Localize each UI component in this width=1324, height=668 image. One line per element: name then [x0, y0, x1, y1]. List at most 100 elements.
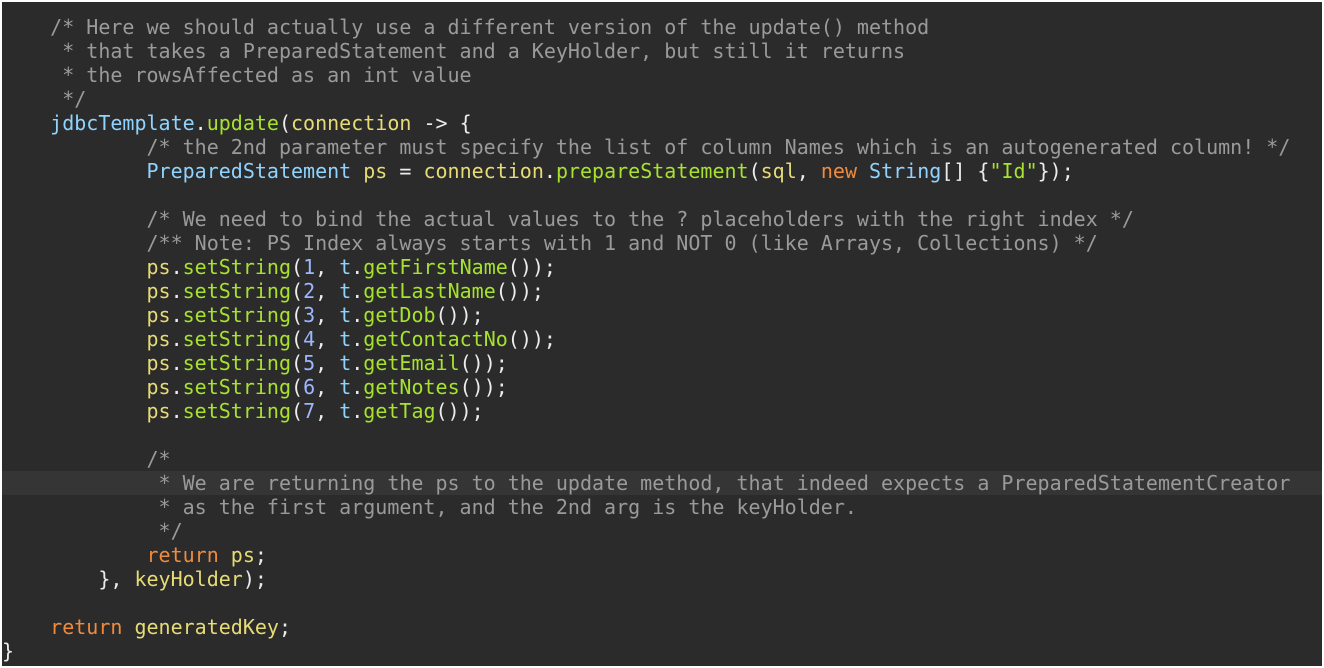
- code-token-field: jdbcTemplate: [50, 111, 195, 135]
- code-token-plain: ());: [507, 327, 556, 351]
- code-token-plain: =: [387, 159, 424, 183]
- code-line[interactable]: return ps;: [2, 543, 1322, 567]
- code-line[interactable]: }: [2, 639, 1322, 663]
- code-token-method: setString: [182, 255, 292, 279]
- code-token-plain: ;: [254, 543, 267, 567]
- code-token-plain: .: [351, 255, 364, 279]
- code-token-comment: /* Here we should actually use a differe…: [2, 15, 930, 39]
- code-editor[interactable]: /* Here we should actually use a differe…: [2, 2, 1322, 666]
- code-line[interactable]: */: [2, 87, 1322, 111]
- code-token-number: 4: [303, 327, 316, 351]
- code-token-plain: ());: [459, 375, 508, 399]
- code-token-plain: );: [242, 567, 267, 591]
- code-token-keyword: new: [820, 159, 857, 183]
- code-token-method: setString: [182, 375, 292, 399]
- code-token-field: t: [339, 303, 352, 327]
- code-token-method: setString: [182, 279, 292, 303]
- code-token-var: ps: [363, 159, 388, 183]
- code-line[interactable]: /** Note: PS Index always starts with 1 …: [2, 231, 1322, 255]
- code-token-plain: .: [170, 399, 183, 423]
- code-token-plain: (: [291, 279, 304, 303]
- code-token-method: getFirstName: [363, 255, 508, 279]
- code-token-keyword: return: [50, 615, 123, 639]
- code-token-var: ps: [146, 303, 171, 327]
- code-token-plain: ,: [315, 327, 340, 351]
- code-line[interactable]: ps.setString(6, t.getNotes());: [2, 375, 1322, 399]
- code-token-method: setString: [182, 399, 292, 423]
- code-token-type: PreparedStatement: [146, 159, 352, 183]
- code-token-plain: ,: [315, 279, 340, 303]
- code-area[interactable]: /* Here we should actually use a differe…: [2, 2, 1322, 666]
- code-token-plain: .: [170, 375, 183, 399]
- code-token-method: prepareStatement: [555, 159, 749, 183]
- code-token-keyword: return: [146, 543, 219, 567]
- code-line[interactable]: ps.setString(2, t.getLastName());: [2, 279, 1322, 303]
- code-token-plain: .: [194, 111, 207, 135]
- code-line[interactable]: ps.setString(1, t.getFirstName());: [2, 255, 1322, 279]
- code-token-method: setString: [182, 351, 292, 375]
- code-token-plain: .: [351, 399, 364, 423]
- code-token-plain: (: [748, 159, 761, 183]
- code-line[interactable]: [2, 423, 1322, 447]
- code-line[interactable]: /* We need to bind the actual values to …: [2, 207, 1322, 231]
- code-line[interactable]: PreparedStatement ps = connection.prepar…: [2, 159, 1322, 183]
- code-token-method: getDob: [363, 303, 436, 327]
- code-line[interactable]: * the rowsAffected as an int value: [2, 63, 1322, 87]
- code-token-var: keyHolder: [134, 567, 243, 591]
- code-line[interactable]: [2, 591, 1322, 615]
- code-line[interactable]: */: [2, 519, 1322, 543]
- code-token-plain: ());: [435, 399, 484, 423]
- code-token-var: ps: [146, 255, 171, 279]
- code-line[interactable]: return generatedKey;: [2, 615, 1322, 639]
- code-token-comment: */: [2, 87, 87, 111]
- code-line[interactable]: }, keyHolder);: [2, 567, 1322, 591]
- code-token-var: ps: [146, 399, 171, 423]
- code-token-plain: .: [170, 303, 183, 327]
- code-line[interactable]: * We are returning the ps to the update …: [2, 471, 1322, 495]
- code-line[interactable]: ps.setString(7, t.getTag());: [2, 399, 1322, 423]
- code-token-var: ps: [146, 279, 171, 303]
- code-line[interactable]: [2, 183, 1322, 207]
- code-token-var: generatedKey: [134, 615, 279, 639]
- code-token-plain: ,: [315, 255, 340, 279]
- code-token-plain: [] {: [941, 159, 990, 183]
- code-token-plain: .: [170, 351, 183, 375]
- code-token-plain: ,: [315, 399, 340, 423]
- code-token-plain: ());: [459, 351, 508, 375]
- code-token-comment: * that takes a PreparedStatement and a K…: [2, 39, 906, 63]
- code-token-number: 6: [303, 375, 316, 399]
- code-token-var: connection: [291, 111, 412, 135]
- code-token-plain: .: [170, 279, 183, 303]
- code-line[interactable]: * that takes a PreparedStatement and a K…: [2, 39, 1322, 63]
- code-token-plain: .: [170, 327, 183, 351]
- code-token-plain: .: [351, 303, 364, 327]
- code-token-field: t: [339, 255, 352, 279]
- code-line[interactable]: ps.setString(3, t.getDob());: [2, 303, 1322, 327]
- code-line[interactable]: jdbcTemplate.update(connection -> {: [2, 111, 1322, 135]
- code-line[interactable]: ps.setString(5, t.getEmail());: [2, 351, 1322, 375]
- code-token-comment: /* We need to bind the actual values to …: [2, 207, 1134, 231]
- code-line[interactable]: ps.setString(4, t.getContactNo());: [2, 327, 1322, 351]
- code-token-comment: /*: [2, 447, 171, 471]
- code-token-plain: (: [291, 327, 304, 351]
- code-token-var: ps: [146, 327, 171, 351]
- code-token-plain: ());: [435, 303, 484, 327]
- code-line[interactable]: * as the first argument, and the 2nd arg…: [2, 495, 1322, 519]
- code-token-field: t: [339, 399, 352, 423]
- code-line[interactable]: /* the 2nd parameter must specify the li…: [2, 135, 1322, 159]
- code-token-var: sql: [760, 159, 797, 183]
- code-token-method: getEmail: [363, 351, 460, 375]
- code-line[interactable]: /*: [2, 447, 1322, 471]
- code-token-plain: ());: [495, 279, 544, 303]
- code-line[interactable]: /* Here we should actually use a differe…: [2, 15, 1322, 39]
